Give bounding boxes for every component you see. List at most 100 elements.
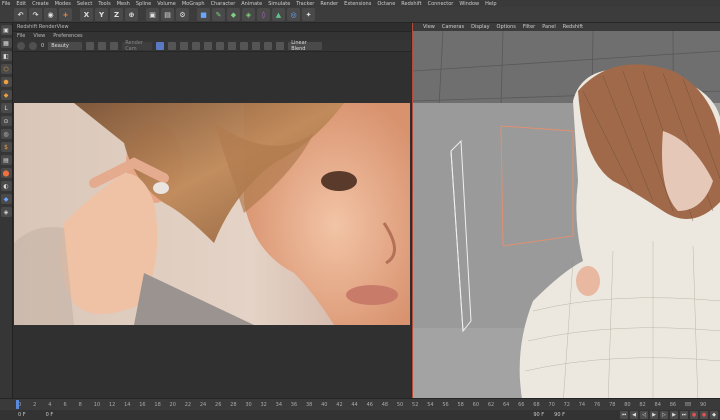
subdivide-icon[interactable]: ◆ (227, 8, 240, 21)
menu-tracker[interactable]: Tracker (296, 1, 314, 7)
edges-mode-icon[interactable]: ⬢ (0, 77, 12, 87)
deformer-icon[interactable]: ◊ (257, 8, 270, 21)
x-axis-icon[interactable]: X (80, 8, 93, 21)
axis-icon[interactable]: L (0, 103, 12, 113)
render-region-icon[interactable]: ▤ (161, 8, 174, 21)
vp-menu-display[interactable]: Display (471, 24, 489, 30)
end-frame[interactable]: 90 F (533, 412, 544, 418)
move-icon[interactable]: + (59, 8, 72, 21)
vp-menu-cameras[interactable]: Cameras (442, 24, 464, 30)
vp-menu-redshift[interactable]: Redshift (563, 24, 583, 30)
points-mode-icon[interactable]: ⬡ (0, 64, 12, 74)
snapshot-icon[interactable] (86, 41, 95, 50)
preview-end-frame[interactable]: 90 F (554, 412, 565, 418)
autokey-icon[interactable]: ● (700, 411, 708, 419)
exposure-icon[interactable] (252, 41, 261, 50)
uv-icon[interactable]: ◈ (0, 207, 12, 217)
start-frame[interactable]: 0 F (18, 412, 26, 418)
polygons-mode-icon[interactable]: ◆ (0, 90, 12, 100)
workplane-icon[interactable]: ◎ (0, 129, 12, 139)
menu-create[interactable]: Create (32, 1, 49, 7)
play-icon[interactable]: ▶ (650, 411, 658, 419)
y-axis-icon[interactable]: Y (95, 8, 108, 21)
fit-icon[interactable] (180, 41, 189, 50)
camera-icon[interactable]: ◎ (287, 8, 300, 21)
3d-viewport[interactable]: View Cameras Display Options Filter Pane… (412, 23, 720, 405)
lock-icon[interactable]: $ (0, 142, 12, 152)
menu-tools[interactable]: Tools (98, 1, 110, 7)
vp-menu-filter[interactable]: Filter (523, 24, 535, 30)
region-icon[interactable] (192, 41, 201, 50)
menu-select[interactable]: Select (77, 1, 92, 7)
denoise-icon[interactable] (264, 41, 273, 50)
light-icon[interactable]: ✦ (302, 8, 315, 21)
next-frame-icon[interactable]: ▷ (660, 411, 668, 419)
color-picker-icon[interactable] (228, 41, 237, 50)
rv-menu-view[interactable]: View (33, 33, 45, 39)
history-icon[interactable] (98, 41, 107, 50)
start-render-button[interactable] (17, 41, 25, 50)
menu-redshift[interactable]: Redshift (401, 1, 421, 7)
next-key-icon[interactable]: ▶ (670, 411, 678, 419)
playhead[interactable] (16, 400, 19, 409)
array-icon[interactable]: ◈ (242, 8, 255, 21)
menu-extensions[interactable]: Extensions (344, 1, 371, 7)
current-frame[interactable]: 0 F (46, 412, 54, 418)
rv-menu-preferences[interactable]: Preferences (53, 33, 82, 39)
vp-menu-panel[interactable]: Panel (542, 24, 556, 30)
camera-dropdown[interactable]: Render Cam (122, 40, 153, 52)
weights-icon[interactable]: ◆ (0, 194, 12, 204)
go-end-icon[interactable]: ⏭ (680, 411, 688, 419)
menu-render[interactable]: Render (320, 1, 338, 7)
stop-render-button[interactable] (29, 41, 37, 50)
menu-connector[interactable]: Connector (428, 1, 454, 7)
vp-menu-options[interactable]: Options (497, 24, 516, 30)
menu-mesh[interactable]: Mesh (117, 1, 130, 7)
menu-octane[interactable]: Octane (377, 1, 395, 7)
texture-mode-icon[interactable]: ◧ (0, 51, 12, 61)
render-view-icon[interactable]: ▣ (146, 8, 159, 21)
keyframe-icon[interactable]: ◆ (710, 411, 718, 419)
menu-help[interactable]: Help (485, 1, 496, 7)
compare-icon[interactable] (156, 41, 165, 50)
redo-icon[interactable]: ↷ (29, 8, 42, 21)
timeline-ruler[interactable]: 0 2 4 6 8 10 12 14 16 18 20 22 24 26 28 30 32 34 36 38 40 42 4… (0, 398, 720, 410)
save-image-icon[interactable] (240, 41, 249, 50)
menu-animate[interactable]: Animate (241, 1, 262, 7)
menu-volume[interactable]: Volume (157, 1, 176, 7)
scene-icon[interactable]: ▲ (272, 8, 285, 21)
checker-icon[interactable]: ▦ (0, 38, 12, 48)
cube-icon[interactable]: ■ (197, 8, 210, 21)
snap-icon[interactable]: ⊙ (0, 116, 12, 126)
bucket-icon[interactable] (216, 41, 225, 50)
render-settings-icon[interactable]: ⚙ (176, 8, 189, 21)
z-axis-icon[interactable]: Z (110, 8, 123, 21)
aov-dropdown[interactable]: Beauty (48, 41, 83, 50)
menu-window[interactable]: Window (459, 1, 479, 7)
go-start-icon[interactable]: ⏮ (620, 411, 628, 419)
menu-edit[interactable]: Edit (16, 1, 26, 7)
lock-view-icon[interactable] (110, 41, 119, 50)
menu-modes[interactable]: Modes (55, 1, 71, 7)
live-selection-icon[interactable]: ◉ (44, 8, 57, 21)
zoom-icon[interactable] (168, 41, 177, 50)
menu-mograph[interactable]: MoGraph (182, 1, 205, 7)
snapshot-blend-dropdown[interactable]: Linear Blend (288, 40, 323, 52)
settings-icon[interactable] (276, 41, 285, 50)
menu-simulate[interactable]: Simulate (268, 1, 290, 7)
clear-icon[interactable] (204, 41, 213, 50)
coord-system-icon[interactable]: ⊕ (125, 8, 138, 21)
rv-menu-file[interactable]: File (17, 33, 25, 39)
menu-character[interactable]: Character (211, 1, 236, 7)
sculpt-icon[interactable]: ◐ (0, 181, 12, 191)
model-mode-icon[interactable]: ▣ (0, 25, 12, 35)
undo-icon[interactable]: ↶ (14, 8, 27, 21)
record-icon[interactable]: ● (690, 411, 698, 419)
pen-icon[interactable]: ✎ (212, 8, 225, 21)
grid-icon[interactable]: ▤ (0, 155, 12, 165)
prev-key-icon[interactable]: ◀ (630, 411, 638, 419)
vp-menu-view[interactable]: View (423, 24, 435, 30)
paint-icon[interactable]: ⬤ (0, 168, 12, 178)
prev-frame-icon[interactable]: ◁ (640, 411, 648, 419)
menu-spline[interactable]: Spline (136, 1, 151, 7)
